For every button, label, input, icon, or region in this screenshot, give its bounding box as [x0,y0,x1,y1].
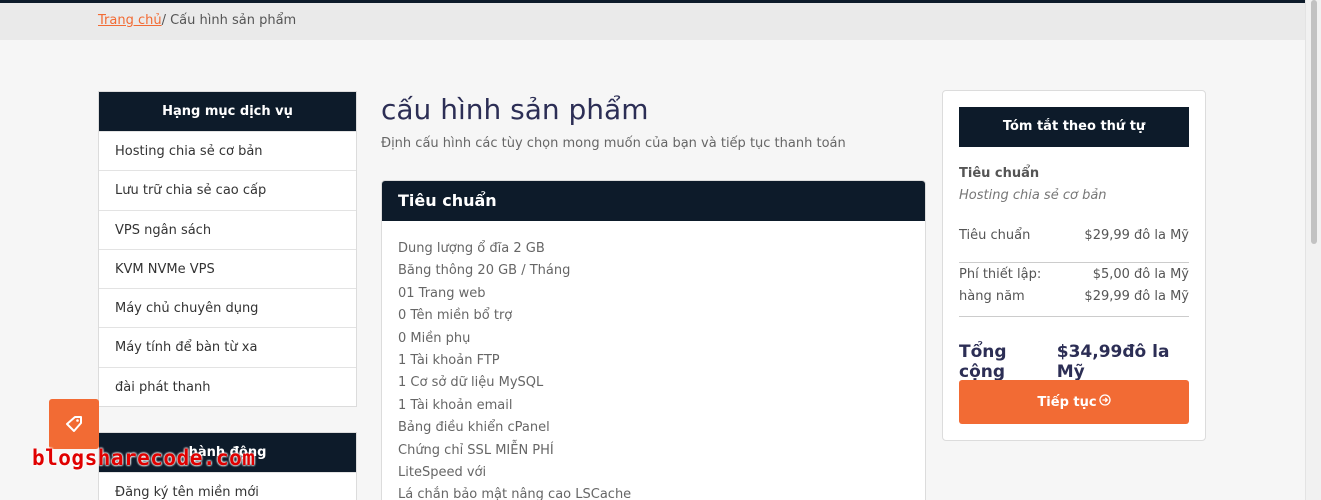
summary-divider [959,316,1189,317]
summary-total-value: $34,99đô la Mỹ [1056,342,1170,382]
sidebar-categories-title: Hạng mục dịch vụ [99,92,356,131]
feature-item: 1 Tài khoản email [398,397,513,413]
summary-divider [959,262,1189,263]
summary-line-price: $29,99 đô la Mỹ [1084,228,1189,243]
arrow-circle-right-icon [1098,394,1111,406]
sidebar-item-kvm-nvme-vps[interactable]: KVM NVMe VPS [99,248,356,289]
summary-recurring-price: $29,99 đô la Mỹ [1084,289,1189,304]
summary-setup-fee: Phí thiết lập: $5,00 đô la Mỹ [959,267,1189,282]
feature-item: Bảng điều khiển cPanel [398,420,550,436]
feature-item: Băng thông 20 GB / Tháng [398,263,571,279]
sidebar-categories-panel: Hạng mục dịch vụ Hosting chia sẻ cơ bản … [98,91,357,408]
order-summary: Tóm tắt theo thứ tự Tiêu chuẩn Hosting c… [942,90,1206,441]
breadcrumb: Trang chủ/ Cấu hình sản phẩm [98,13,296,28]
summary-setup-price: $5,00 đô la Mỹ [1092,267,1189,282]
summary-product-name: Tiêu chuẩn [959,166,1040,181]
page-scrollbar[interactable] [1305,0,1321,500]
feature-item: 1 Cơ sở dữ liệu MySQL [398,375,544,391]
sidebar-item-radio[interactable]: đài phát thanh [99,366,356,407]
feature-item: 1 Tài khoản FTP [398,352,500,368]
product-name: Tiêu chuẩn [382,181,925,221]
summary-product-group: Hosting chia sẻ cơ bản [959,188,1107,203]
page-subtitle: Định cấu hình các tùy chọn mong muốn của… [381,136,846,151]
summary-recurring: hàng năm $29,99 đô la Mỹ [959,289,1189,304]
feature-item: Dung lượng ổ đĩa 2 GB [398,241,545,256]
checkout-button[interactable]: Tiếp tục [959,380,1189,424]
sidebar-item-shared-hosting[interactable]: Hosting chia sẻ cơ bản [99,131,356,171]
summary-total-label: Tổng cộng [959,342,1007,382]
tag-icon [66,416,82,432]
sidebar-item-premium-hosting[interactable]: Lưu trữ chia sẻ cao cấp [99,170,356,210]
feature-item: LiteSpeed với [398,464,487,480]
summary-setup-label: Phí thiết lập: [959,267,1042,282]
feature-list: Dung lượng ổ đĩa 2 GB Băng thông 20 GB /… [382,221,925,500]
feature-item: Lá chắn bảo mật nâng cao LSCache [398,487,632,500]
sidebar-item-register-domain[interactable]: Đăng ký tên miền mới [99,472,356,500]
breadcrumb-separator: / [161,13,171,28]
scrollbar-thumb[interactable] [1311,0,1317,244]
breadcrumb-current: Cấu hình sản phẩm [170,13,297,28]
checkout-label: Tiếp tục [1037,394,1097,410]
breadcrumb-home-link[interactable]: Trang chủ [98,13,162,28]
summary-title: Tóm tắt theo thứ tự [959,107,1189,147]
page-title: cấu hình sản phẩm [381,93,649,126]
breadcrumb-bar: Trang chủ/ Cấu hình sản phẩm [0,3,1305,40]
feature-item: Chứng chỉ SSL MIỄN PHÍ [398,442,554,458]
feature-item: 0 Miền phụ [398,330,471,346]
watermark-text: blogsharecode.com [32,446,256,470]
floating-tag-button[interactable] [49,399,99,449]
sidebar-item-remote-desktop[interactable]: Máy tính để bàn từ xa [99,327,356,367]
summary-line-label: Tiêu chuẩn [959,228,1031,243]
feature-item: 0 Tên miền bổ trợ [398,308,513,324]
product-card: Tiêu chuẩn Dung lượng ổ đĩa 2 GB Băng th… [381,180,926,500]
feature-item: 01 Trang web [398,285,486,301]
sidebar-item-dedicated-server[interactable]: Máy chủ chuyên dụng [99,288,356,328]
summary-line-item: Tiêu chuẩn $29,99 đô la Mỹ [959,228,1189,243]
sidebar-item-budget-vps[interactable]: VPS ngân sách [99,209,356,249]
summary-total: Tổng cộng $34,99đô la Mỹ [959,342,1189,382]
summary-recurring-label: hàng năm [959,289,1025,304]
